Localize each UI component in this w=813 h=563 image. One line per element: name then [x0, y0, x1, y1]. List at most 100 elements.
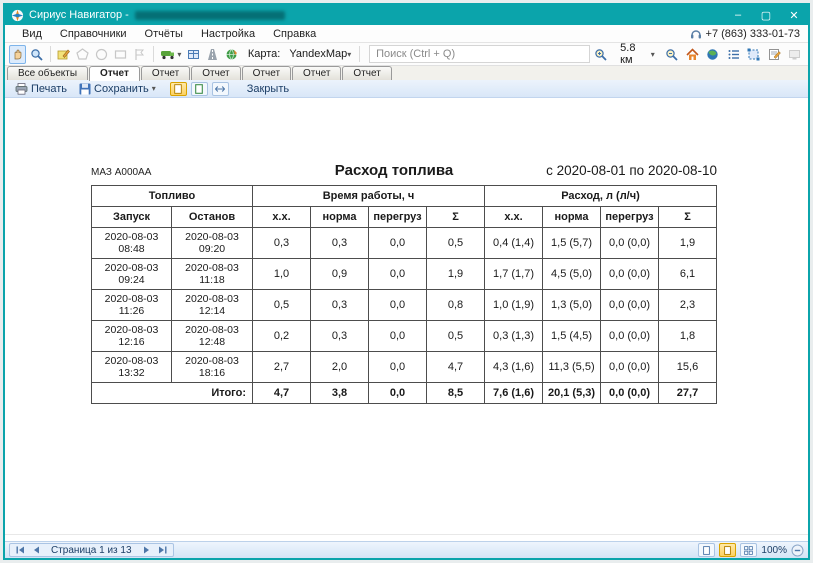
scale-value: 5.8 км	[620, 42, 648, 66]
chevron-down-icon: ▾	[651, 50, 655, 59]
tab-5[interactable]: Отчет	[292, 66, 341, 80]
view-single-page-button[interactable]	[170, 82, 187, 96]
home-icon[interactable]	[683, 45, 701, 64]
value-cell: 0,5	[427, 321, 485, 352]
col-header: норма	[311, 207, 369, 228]
first-page-button[interactable]	[13, 544, 27, 556]
multi-page-icon	[744, 546, 753, 555]
fuel-report-table: Топливо Время работы, ч Расход, л (л/ч) …	[91, 185, 717, 404]
tab-1[interactable]: Отчет	[89, 66, 140, 81]
total-cell: 7,6 (1,6)	[485, 383, 543, 404]
group-header-row: Топливо Время работы, ч Расход, л (л/ч)	[92, 186, 717, 207]
menu-item-3[interactable]: Настройка	[192, 28, 264, 40]
value-cell: 0,5	[253, 290, 311, 321]
tab-6[interactable]: Отчет	[342, 66, 391, 80]
value-cell: 0,3 (1,3)	[485, 321, 543, 352]
close-report-button[interactable]: Закрыть	[243, 83, 293, 95]
col-header: перегруз	[601, 207, 659, 228]
col-header: Запуск	[92, 207, 172, 228]
report-toolbar: Печать Сохранить ▾ Закрыть	[5, 80, 808, 98]
value-cell: 1,9	[659, 228, 717, 259]
report-page: МАЗ A000AA Расход топлива с 2020-08-01 п…	[5, 98, 808, 534]
menu-item-2[interactable]: Отчёты	[136, 28, 192, 40]
value-cell: 1,8	[659, 321, 717, 352]
menu-item-0[interactable]: Вид	[13, 28, 51, 40]
circle-icon[interactable]	[93, 45, 110, 64]
value-cell: 0,3	[311, 228, 369, 259]
page-icon	[703, 546, 710, 555]
search-input[interactable]: Поиск (Ctrl + Q)	[369, 45, 590, 63]
prev-page-button[interactable]	[29, 544, 43, 556]
date-cell: 2020-08-03 11:26	[92, 290, 172, 321]
flag-icon[interactable]	[131, 45, 148, 64]
col-header: Σ	[427, 207, 485, 228]
view-fit-page-button[interactable]	[191, 82, 208, 96]
value-cell: 1,5 (5,7)	[543, 228, 601, 259]
minimize-button[interactable]: –	[724, 5, 752, 25]
chevron-down-icon: ▾	[177, 50, 181, 59]
monitor-icon[interactable]	[786, 45, 804, 64]
tab-4[interactable]: Отчет	[242, 66, 291, 80]
zoom-out-icon[interactable]	[663, 45, 681, 64]
total-cell: 4,7	[253, 383, 311, 404]
support-phone: +7 (863) 333-01-73	[690, 28, 800, 40]
rectangle-icon[interactable]	[112, 45, 129, 64]
page-icon	[174, 84, 182, 94]
zoom-search-icon[interactable]	[28, 45, 45, 64]
page-navigation: Страница 1 из 13	[9, 543, 174, 557]
zoom-percent: 100%	[761, 545, 787, 556]
map-select[interactable]: YandexMap ▾	[286, 47, 354, 61]
value-cell: 1,5 (4,5)	[543, 321, 601, 352]
value-cell: 1,7 (1,7)	[485, 259, 543, 290]
tab-2[interactable]: Отчет	[141, 66, 190, 80]
tab-0[interactable]: Все объекты	[7, 66, 88, 80]
total-cell: 0,0	[369, 383, 427, 404]
menu-item-1[interactable]: Справочники	[51, 28, 136, 40]
notes-icon[interactable]	[765, 45, 783, 64]
last-page-button[interactable]	[156, 544, 170, 556]
date-cell: 2020-08-03 09:24	[92, 259, 172, 290]
zoom-fit-view-button[interactable]	[719, 543, 736, 557]
save-button[interactable]: Сохранить ▾	[75, 83, 160, 95]
close-button[interactable]: ✕	[780, 5, 808, 25]
menu-item-4[interactable]: Справка	[264, 28, 325, 40]
zoom-in-icon[interactable]	[592, 45, 610, 64]
edit-map-icon[interactable]	[55, 45, 72, 64]
selection-icon[interactable]	[745, 45, 763, 64]
globe-route-icon[interactable]	[223, 45, 240, 64]
scale-dropdown[interactable]: 5.8 км ▾	[620, 42, 655, 66]
grid-icon[interactable]	[185, 45, 202, 64]
col-header: перегруз	[369, 207, 427, 228]
zoom-page-view-button[interactable]	[698, 543, 715, 557]
group-header-fuel: Топливо	[92, 186, 253, 207]
value-cell: 0,0	[369, 321, 427, 352]
polygon-icon[interactable]	[74, 45, 91, 64]
group-header-worktime: Время работы, ч	[253, 186, 485, 207]
maximize-button[interactable]: ▢	[752, 5, 780, 25]
totals-label: Итого:	[92, 383, 253, 404]
zoom-multi-view-button[interactable]	[740, 543, 757, 557]
date-cell: 2020-08-03 08:48	[92, 228, 172, 259]
total-cell: 20,1 (5,3)	[543, 383, 601, 404]
value-cell: 0,0 (0,0)	[601, 321, 659, 352]
hand-tool-icon[interactable]	[9, 45, 26, 64]
tab-3[interactable]: Отчет	[191, 66, 240, 80]
tab-bar: Все объектыОтчетОтчетОтчетОтчетОтчетОтче…	[5, 66, 808, 80]
zoom-out-circle-button[interactable]	[791, 544, 804, 557]
date-cell: 2020-08-03 12:14	[172, 290, 253, 321]
print-button[interactable]: Печать	[11, 83, 71, 95]
headset-icon	[690, 28, 702, 40]
vehicle-icon[interactable]: ▾	[158, 45, 183, 64]
search-placeholder: Поиск (Ctrl + Q)	[376, 48, 455, 60]
group-header-consumption: Расход, л (л/ч)	[485, 186, 717, 207]
value-cell: 1,3 (5,0)	[543, 290, 601, 321]
list-icon[interactable]	[724, 45, 742, 64]
window-title-redacted	[135, 11, 285, 20]
total-cell: 0,0 (0,0)	[601, 383, 659, 404]
view-fit-width-button[interactable]	[212, 82, 229, 96]
road-icon[interactable]	[204, 45, 221, 64]
value-cell: 0,9	[311, 259, 369, 290]
globe-icon[interactable]	[704, 45, 722, 64]
next-page-button[interactable]	[140, 544, 154, 556]
total-cell: 27,7	[659, 383, 717, 404]
